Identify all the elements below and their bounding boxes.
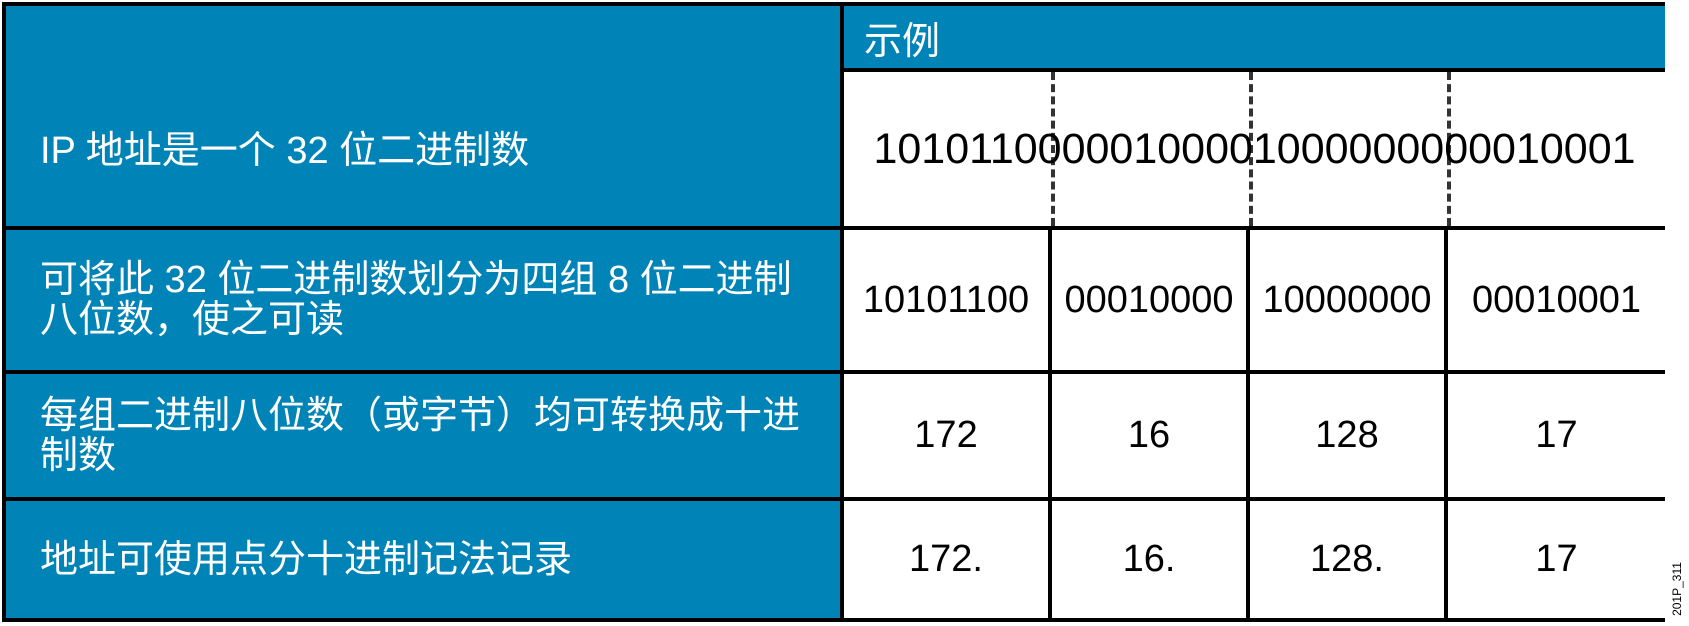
- octet-binary-cell: 00010001: [1448, 230, 1665, 370]
- octet-decimal-cell: 16: [1052, 374, 1246, 497]
- octet-decimal-value: 17: [1535, 414, 1578, 456]
- figure-id: 201P_311: [1667, 556, 1687, 622]
- row-label-binary: IP 地址是一个 32 位二进制数: [6, 6, 840, 226]
- octet-decimal-cell: 172: [844, 374, 1048, 497]
- label-text: 每组二进制八位数（或字节）均可转换成十进制数: [40, 394, 801, 477]
- example-header-label: 示例: [864, 20, 941, 63]
- octet-binary-value: 00010001: [1471, 278, 1642, 321]
- example-header: 示例: [844, 6, 1665, 68]
- binary-string: 10101100000100001000000000010001: [873, 124, 1636, 173]
- dotted-decimal-value: 17: [1535, 538, 1578, 580]
- dotted-decimal-cell: 172.: [844, 501, 1048, 618]
- ip-address-table: IP 地址是一个 32 位二进制数 示例 1010110000010000100…: [2, 2, 1665, 622]
- octet-binary-value: 00010000: [1064, 278, 1234, 321]
- octet-decimal-value: 16: [1127, 414, 1171, 456]
- octet-decimal-value: 128: [1315, 414, 1379, 456]
- row-label-decimal: 每组二进制八位数（或字节）均可转换成十进制数: [6, 374, 840, 497]
- label-text: 可将此 32 位二进制数划分为四组 8 位二进制八位数，使之可读: [40, 259, 792, 341]
- dotted-decimal-value: 128.: [1310, 538, 1384, 580]
- row-label-dotted-decimal: 地址可使用点分十进制记法记录: [6, 501, 840, 618]
- octet-binary-value: 10000000: [1262, 278, 1432, 321]
- figure-id-text: 201P_311: [1670, 562, 1684, 616]
- dotted-decimal-cell: 16.: [1052, 501, 1246, 618]
- octet-decimal-value: 172: [914, 414, 978, 456]
- octet-binary-value: 10101100: [862, 278, 1030, 321]
- octet-binary-cell: 00010000: [1052, 230, 1246, 370]
- dotted-decimal-value: 172.: [909, 538, 983, 580]
- dotted-decimal-cell: 17: [1448, 501, 1665, 618]
- label-text: IP 地址是一个 32 位二进制数: [40, 130, 530, 172]
- octet-decimal-cell: 128: [1250, 374, 1444, 497]
- dotted-decimal-cell: 128.: [1250, 501, 1444, 618]
- binary-string-cell: 10101100000100001000000000010001: [844, 72, 1665, 226]
- octet-binary-cell: 10000000: [1250, 230, 1444, 370]
- octet-decimal-cell: 17: [1448, 374, 1665, 497]
- label-text: 地址可使用点分十进制记法记录: [40, 538, 573, 581]
- row-label-octets: 可将此 32 位二进制数划分为四组 8 位二进制八位数，使之可读: [6, 230, 840, 370]
- octet-binary-cell: 10101100: [844, 230, 1048, 370]
- dotted-decimal-value: 16.: [1122, 538, 1176, 580]
